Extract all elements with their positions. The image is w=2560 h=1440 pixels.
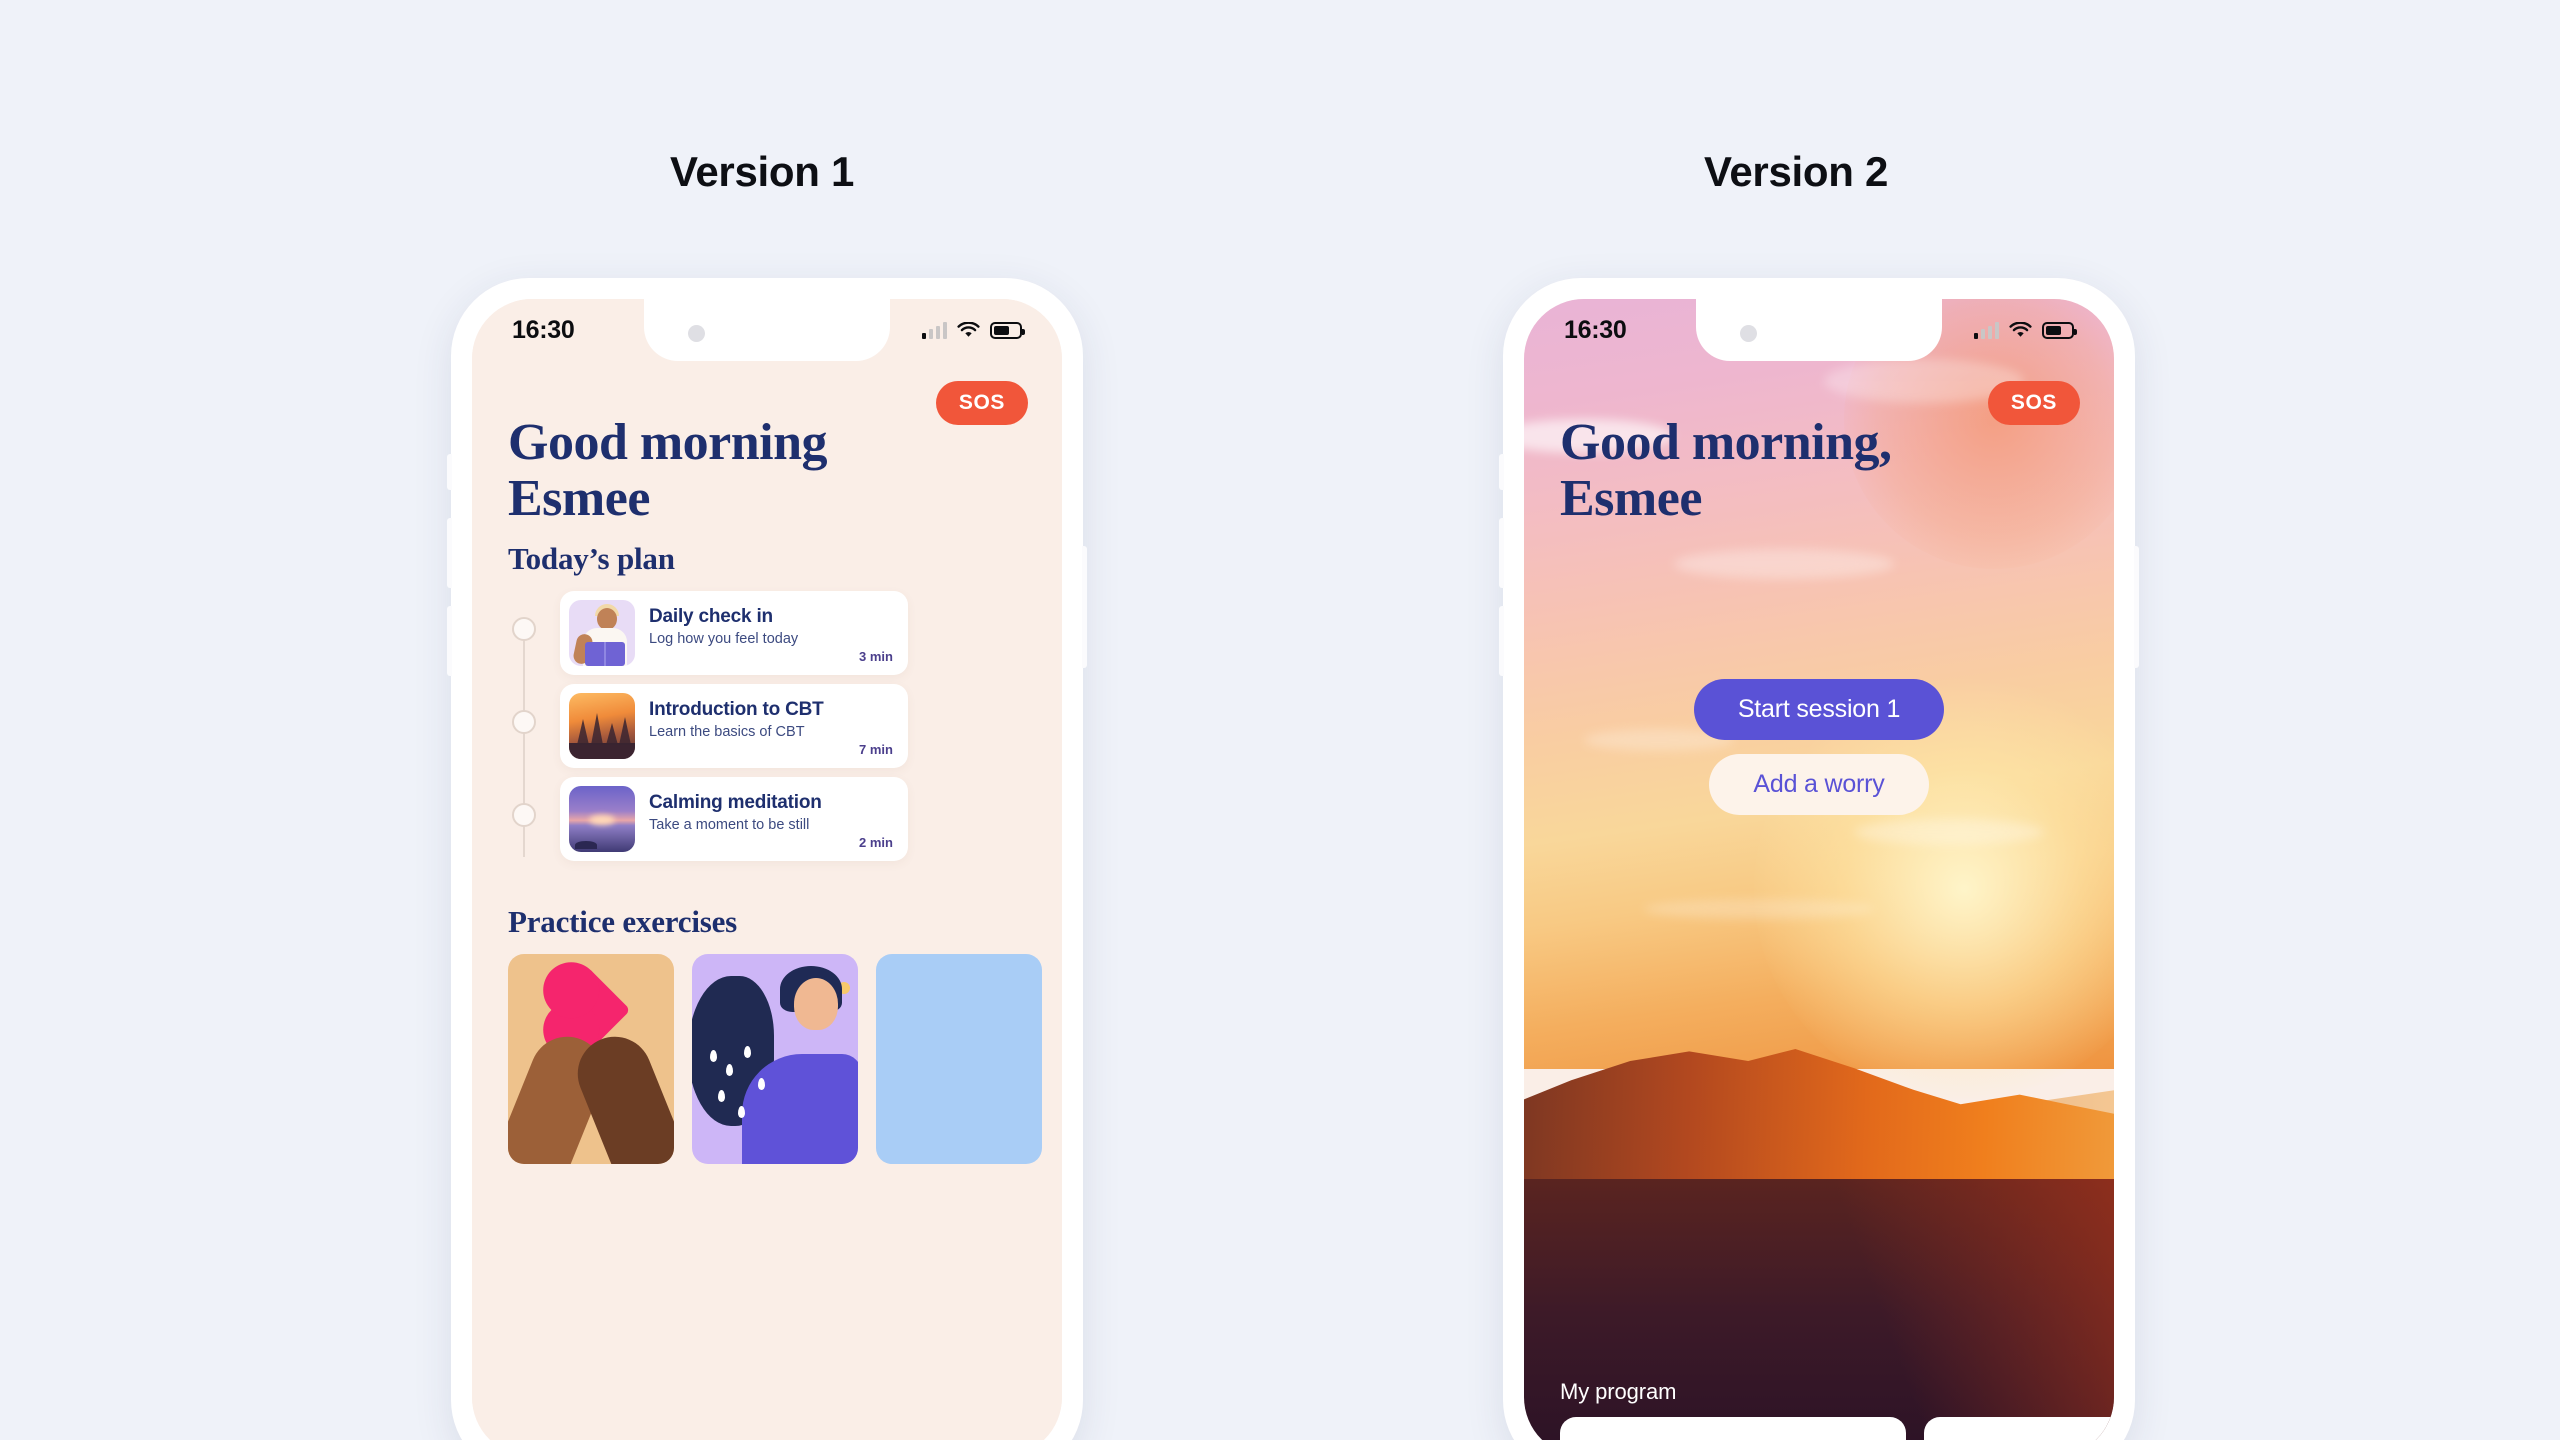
greeting-heading-v1: Good morning Esmee: [508, 414, 828, 528]
task-subtitle: Take a moment to be still: [649, 817, 810, 833]
start-session-button[interactable]: Start session 1: [1693, 679, 1945, 740]
notch: [1696, 299, 1942, 361]
timeline-dot-2[interactable]: [512, 710, 536, 734]
status-icon-group: [1973, 321, 2077, 339]
wifi-icon: [2009, 321, 2032, 339]
task-card[interactable]: Introduction to CBT Learn the basics of …: [560, 684, 908, 768]
battery-icon: [2042, 321, 2077, 339]
wifi-icon: [957, 321, 980, 339]
session-card[interactable]: Session 1: Introduction to CBT Start ses…: [1560, 1417, 1906, 1440]
timeline-dot-1[interactable]: [512, 617, 536, 641]
mute-switch[interactable]: [447, 454, 452, 490]
phone-mockup-version-1: 16:30 SOS Good morning Esmee Today’s pla…: [447, 278, 1087, 1440]
lake-sunset-photo-icon: [569, 786, 635, 852]
task-subtitle: Log how you feel today: [649, 631, 799, 647]
front-camera-icon: [1740, 325, 1757, 342]
power-button[interactable]: [2134, 546, 2139, 668]
phone-mockup-version-2: 16:30 SOS Good morning, Esmee Start sess…: [1499, 278, 2139, 1440]
volume-down-button[interactable]: [447, 606, 452, 676]
task-subtitle: Learn the basics of CBT: [649, 724, 805, 740]
comparison-stage: Version 1 Version 2 16:30 SOS Good morni…: [0, 0, 2560, 1440]
my-program-label: My program: [1560, 1379, 1677, 1404]
task-text: Introduction to CBT Learn the basics of …: [635, 693, 899, 759]
practice-exercises-heading: Practice exercises: [508, 904, 738, 939]
face-shape: [794, 978, 838, 1030]
status-icon-group: [921, 321, 1025, 339]
sos-button[interactable]: SOS: [1987, 381, 2080, 425]
greeting-line-2: Esmee: [508, 470, 650, 528]
signal-bars-icon: [921, 321, 947, 339]
cloud-shape: [1644, 899, 1874, 919]
version-1-title: Version 1: [669, 148, 855, 195]
volume-up-button[interactable]: [447, 518, 452, 588]
task-duration: 2 min: [859, 835, 893, 850]
task-card[interactable]: Daily check in Log how you feel today 3 …: [560, 591, 908, 675]
forest-sunset-photo-icon: [569, 693, 635, 759]
program-carousel[interactable]: Session 1: Introduction to CBT Start ses…: [1560, 1417, 2114, 1440]
status-clock: 16:30: [1564, 315, 1627, 344]
exercise-card-rain-clouds[interactable]: [692, 954, 858, 1164]
phone-screen-version-1: 16:30 SOS Good morning Esmee Today’s pla…: [472, 299, 1062, 1440]
task-card[interactable]: Calming meditation Take a moment to be s…: [560, 777, 908, 861]
valley-warm-light: [1814, 1179, 2114, 1440]
task-text: Daily check in Log how you feel today 3 …: [635, 600, 899, 666]
task-title: Calming meditation: [649, 792, 822, 813]
exercise-card-third[interactable]: [876, 954, 1042, 1164]
task-duration: 7 min: [859, 742, 893, 757]
version-2-title: Version 2: [1703, 148, 1889, 195]
session-card[interactable]: Session Settin Start ses: [1924, 1417, 2114, 1440]
volume-down-button[interactable]: [1499, 606, 1504, 676]
journaling-illustration-icon: [569, 600, 635, 666]
status-clock: 16:30: [512, 315, 575, 344]
body-shape: [742, 1054, 858, 1164]
cta-button-group: Start session 1 Add a worry: [1524, 679, 2114, 815]
power-button[interactable]: [1082, 546, 1087, 668]
greeting-heading-v2: Good morning, Esmee: [1560, 414, 1892, 528]
task-title: Introduction to CBT: [649, 699, 824, 720]
cloud-shape: [1854, 819, 2044, 845]
mute-switch[interactable]: [1499, 454, 1504, 490]
battery-icon: [990, 321, 1025, 339]
phone-screen-version-2: 16:30 SOS Good morning, Esmee Start sess…: [1524, 299, 2114, 1440]
exercise-card-hands-heart[interactable]: [508, 954, 674, 1164]
todays-plan-heading: Today’s plan: [508, 541, 675, 576]
sos-button[interactable]: SOS: [935, 381, 1028, 425]
task-duration: 3 min: [859, 649, 893, 664]
add-worry-button[interactable]: Add a worry: [1709, 754, 1929, 815]
greeting-line-2: Esmee: [1560, 470, 1702, 528]
front-camera-icon: [688, 325, 705, 342]
notch: [644, 299, 890, 361]
volume-up-button[interactable]: [1499, 518, 1504, 588]
greeting-line-1: Good morning,: [1560, 414, 1892, 471]
timeline-dot-3[interactable]: [512, 803, 536, 827]
cloud-shape: [1674, 549, 1894, 579]
signal-bars-icon: [1973, 321, 1999, 339]
practice-exercises-carousel[interactable]: [508, 954, 1042, 1164]
greeting-line-1: Good morning: [508, 414, 828, 471]
task-text: Calming meditation Take a moment to be s…: [635, 786, 899, 852]
task-title: Daily check in: [649, 606, 773, 627]
